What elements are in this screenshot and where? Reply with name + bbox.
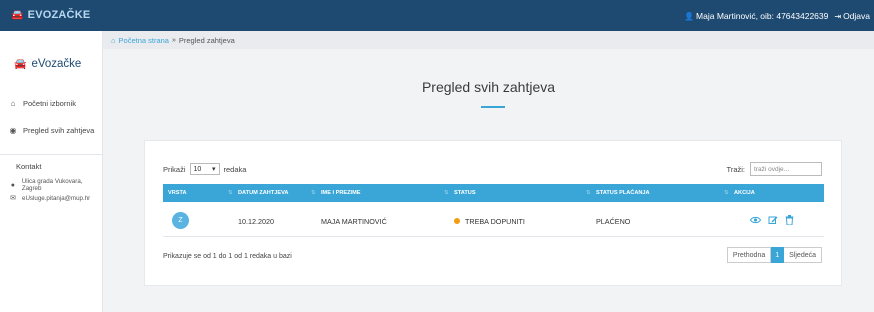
column-header-date[interactable]: ⇅ DATUM ZAHTJEVA — [228, 190, 289, 196]
contact-address: ● Ulica grada Vukovara, Zagreb — [9, 178, 102, 192]
column-header-name-label: IME I PREZIME — [321, 190, 361, 196]
page-size-value: 10 — [193, 165, 202, 173]
contact-address-text: Ulica grada Vukovara, Zagreb — [21, 178, 83, 192]
search-input[interactable]: traži ovdje... — [750, 162, 822, 176]
logout-label: Odjava — [843, 11, 870, 21]
contact-email-text: eUsluge.pitanja@mup.hr — [22, 194, 91, 202]
edit-icon[interactable] — [768, 215, 778, 225]
entries-label: redaka — [223, 164, 247, 174]
map-marker-icon: ● — [10, 181, 16, 189]
sort-icon: ⇅ — [586, 190, 591, 196]
sort-icon: ⇅ — [311, 190, 316, 196]
request-status: TREBA DOPUNITI — [454, 217, 525, 226]
brand-label: EVOZAČKE — [27, 9, 91, 21]
pagination-previous[interactable]: Prethodna — [726, 247, 772, 263]
car-icon: 🚘 — [11, 9, 24, 21]
page-size-select[interactable]: 10 ▾ — [189, 163, 220, 175]
table-info: Prikazuje se od 1 do 1 od 1 redaka u baz… — [163, 253, 292, 260]
view-eye-icon[interactable] — [750, 216, 761, 224]
logout-icon: ⇥ — [834, 11, 842, 21]
sidebar-item-requests[interactable]: ◉ Pregled svih zahtjeva — [9, 126, 95, 135]
requests-card: Prikaži 10 ▾ redaka Traži: traži ovdje..… — [144, 140, 842, 286]
column-header-type[interactable]: VRSTA — [168, 190, 187, 196]
sidebar-item-home[interactable]: ⌂ Početni izbornik — [9, 99, 76, 108]
title-underline — [481, 106, 505, 108]
row-actions — [750, 215, 794, 225]
eye-icon: ◉ — [9, 126, 17, 135]
chevron-down-icon: ▾ — [212, 166, 216, 173]
breadcrumb-home-link[interactable]: Početna strana — [119, 36, 169, 45]
request-status-label: TREBA DOPUNITI — [465, 217, 525, 226]
column-header-date-label: DATUM ZAHTJEVA — [238, 190, 289, 196]
sidebar-brand-label: eVozačke — [31, 58, 82, 70]
sidebar-divider — [0, 154, 103, 155]
column-header-payment[interactable]: ⇅ STATUS PLAĆANJA — [586, 190, 650, 196]
home-icon: ⌂ — [10, 99, 16, 108]
user-name: Maja Martinović, oib: 47643422639 — [696, 11, 829, 21]
page-size-control: Prikaži 10 ▾ redaka — [163, 163, 246, 175]
trash-icon[interactable] — [785, 215, 794, 225]
pagination: Prethodna 1 Sljedeća — [726, 247, 822, 263]
sidebar: 🚘 eVozačke ⌂ Početni izbornik ◉ Pregled … — [0, 31, 103, 312]
breadcrumb-current: Pregled zahtjeva — [178, 35, 235, 45]
search-label: Traži: — [726, 164, 745, 174]
car-icon: 🚘 — [14, 58, 27, 70]
envelope-icon: ✉ — [10, 195, 16, 202]
sidebar-item-label: Početni izbornik — [23, 99, 76, 108]
table-row[interactable]: Z 10.12.2020 MAJA MARTINOVIĆ TREBA DOPUN… — [163, 204, 824, 237]
status-dot-icon — [454, 218, 460, 225]
user-icon: 👤 — [684, 11, 695, 21]
column-header-action: ⇅ AKCIJA — [724, 190, 755, 196]
sort-icon: ⇅ — [444, 190, 449, 196]
sidebar-item-label: Pregled svih zahtjeva — [23, 126, 95, 135]
page-title: Pregled svih zahtjeva — [421, 79, 556, 95]
logout-link[interactable]: ⇥ Odjava — [834, 11, 870, 21]
contact-title: Kontakt — [16, 162, 42, 171]
column-header-status[interactable]: ⇅ STATUS — [444, 190, 476, 196]
table-header: VRSTA ⇅ DATUM ZAHTJEVA ⇅ IME I PREZIME ⇅ ST… — [163, 184, 824, 202]
show-label: Prikaži — [163, 164, 186, 174]
applicant-name: MAJA MARTINOVIĆ — [321, 217, 387, 226]
pagination-page-1[interactable]: 1 — [771, 247, 785, 263]
column-header-payment-label: STATUS PLAĆANJA — [596, 190, 650, 196]
sort-icon: ⇅ — [228, 190, 233, 196]
pagination-next[interactable]: Sljedeća — [784, 247, 822, 263]
column-header-name[interactable]: ⇅ IME I PREZIME — [311, 190, 361, 196]
top-navbar: 🚘 EVOZAČKE 👤 Maja Martinović, oib: 47643… — [0, 0, 874, 31]
breadcrumb-separator: » — [171, 36, 176, 44]
app-logo[interactable]: 🚘 EVOZAČKE — [11, 9, 90, 21]
sort-icon: ⇅ — [724, 190, 729, 196]
user-info: 👤 Maja Martinović, oib: 47643422639 ⇥ Od… — [684, 11, 870, 21]
breadcrumb: ⌂ Početna strana » Pregled zahtjeva — [103, 31, 874, 49]
request-date: 10.12.2020 — [238, 217, 274, 226]
request-type-badge: Z — [172, 212, 189, 229]
search-control: Traži: traži ovdje... — [727, 162, 822, 176]
column-header-action-label: AKCIJA — [734, 190, 755, 196]
column-header-status-label: STATUS — [454, 190, 476, 196]
sidebar-brand[interactable]: 🚘 eVozačke — [14, 58, 81, 70]
home-icon[interactable]: ⌂ — [111, 36, 116, 45]
payment-status: PLAĆENO — [596, 217, 631, 226]
contact-email[interactable]: ✉ eUsluge.pitanja@mup.hr — [9, 194, 91, 203]
